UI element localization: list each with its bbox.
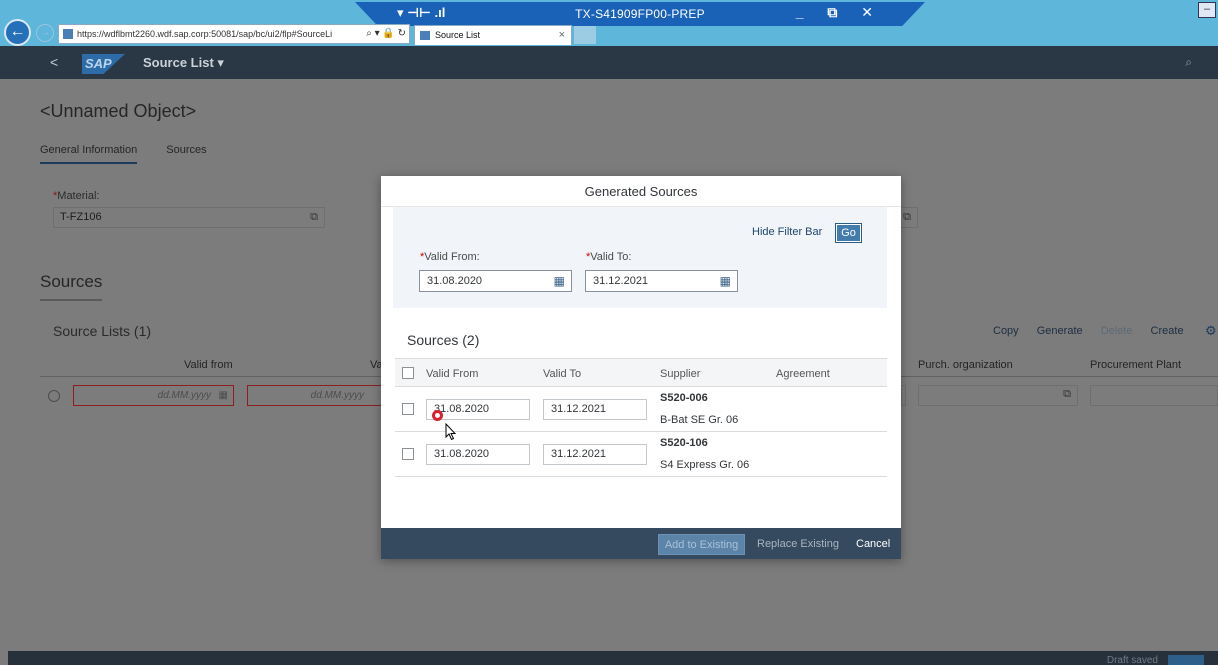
hide-filter-bar-button[interactable]: Hide Filter Bar bbox=[752, 226, 822, 238]
table-row[interactable]: 31.08.2020 31.12.2021 S520-106 S4 Expres… bbox=[395, 432, 887, 477]
date-placeholder: dd.MM.yyyy bbox=[310, 390, 364, 401]
tab-favicon-icon bbox=[420, 31, 430, 40]
draft-status: Draft saved bbox=[1106, 655, 1158, 665]
add-to-existing-button[interactable]: Add to Existing bbox=[658, 534, 745, 555]
valid-from-label-text: Valid From: bbox=[424, 251, 480, 263]
col-procurement-plant: Procurement Plant bbox=[1090, 359, 1182, 371]
generated-sources-dialog: Generated Sources Hide Filter Bar Go *Va… bbox=[381, 176, 901, 559]
valid-to-label: *Valid To: bbox=[586, 251, 631, 263]
col-valid-from: Valid From bbox=[426, 368, 479, 380]
supplier-name: S4 Express Gr. 06 bbox=[660, 459, 750, 471]
browser-back-button[interactable]: ← bbox=[4, 19, 31, 46]
address-tools-icons[interactable]: ⌕ ▾ 🔒 ↻ bbox=[364, 25, 406, 43]
settings-gear-icon[interactable]: ⚙ bbox=[1205, 323, 1217, 339]
valid-from-filter-value: 31.08.2020 bbox=[427, 275, 483, 287]
cancel-button[interactable]: Cancel bbox=[856, 534, 890, 555]
material-input[interactable]: T-FZ106 ⧉ bbox=[53, 207, 325, 228]
material-value: T-FZ106 bbox=[60, 211, 102, 223]
tab-close-icon[interactable]: × bbox=[559, 26, 565, 45]
col-purch-org: Purch. organization bbox=[918, 359, 1013, 371]
table-row[interactable]: 31.08.2020 31.12.2021 S520-006 B-Bat SE … bbox=[395, 387, 887, 432]
source-list-toolbar: Copy Generate Delete Create bbox=[993, 325, 1199, 337]
calendar-icon[interactable]: ▦ bbox=[219, 386, 228, 405]
valid-to-label-text: Valid To: bbox=[590, 251, 632, 263]
col-supplier: Supplier bbox=[660, 368, 701, 380]
valid-from-filter-input[interactable]: 31.08.2020 ▦ bbox=[419, 270, 572, 292]
browser-forward-button[interactable]: → bbox=[36, 24, 54, 42]
shell-bar: < SAP Source List ▾ ⌕ bbox=[0, 46, 1218, 79]
sources-section-heading: Sources bbox=[40, 272, 102, 301]
shell-search-icon[interactable]: ⌕ bbox=[1185, 55, 1192, 70]
calendar-icon[interactable]: ▦ bbox=[720, 271, 731, 291]
calendar-icon[interactable]: ▦ bbox=[554, 271, 565, 291]
copy-button[interactable]: Copy bbox=[993, 325, 1019, 337]
valid-to-cell[interactable]: 31.12.2021 bbox=[543, 444, 647, 465]
value-help-icon[interactable]: ⧉ bbox=[1063, 388, 1071, 401]
shell-back-icon[interactable]: < bbox=[50, 54, 58, 70]
col-valid-to: Valid To bbox=[543, 368, 582, 380]
valid-from-cell[interactable]: 31.08.2020 bbox=[426, 444, 530, 465]
remote-window-controls[interactable]: _ ⧉ ✕ bbox=[796, 4, 883, 21]
generate-button[interactable]: Generate bbox=[1037, 325, 1083, 337]
row-checkbox[interactable] bbox=[402, 448, 414, 460]
source-lists-title: Source Lists (1) bbox=[53, 323, 152, 339]
delete-button[interactable]: Delete bbox=[1101, 325, 1133, 337]
sap-logo[interactable]: SAP bbox=[82, 54, 125, 74]
procurement-plant-input[interactable] bbox=[1090, 385, 1218, 406]
sources-table-header: Valid From Valid To Supplier Agreement bbox=[395, 358, 887, 387]
object-title: <Unnamed Object> bbox=[40, 101, 197, 121]
col-agreement: Agreement bbox=[776, 368, 830, 380]
footer-save-button[interactable] bbox=[1168, 655, 1204, 665]
create-button[interactable]: Create bbox=[1151, 325, 1184, 337]
valid-from-date-input[interactable]: dd.MM.yyyy ▦ bbox=[73, 385, 234, 406]
material-label-text: Material: bbox=[57, 190, 100, 202]
valid-to-date-input[interactable]: dd.MM.yyyy bbox=[247, 385, 387, 406]
tab-sources[interactable]: Sources bbox=[166, 144, 206, 156]
remote-desktop-bar: ▾ ⊣⊢ .ıl TX-S41909FP00-PREP _ ⧉ ✕ bbox=[355, 2, 925, 26]
page-footer-bar: Draft saved bbox=[8, 651, 1218, 665]
purch-org-input[interactable]: ⧉ bbox=[918, 385, 1078, 406]
value-help-icon[interactable]: ⧉ bbox=[310, 208, 318, 227]
dialog-footer: Add to Existing Replace Existing Cancel bbox=[381, 528, 901, 559]
tab-general-information[interactable]: General Information bbox=[40, 144, 138, 164]
app-title-menu[interactable]: Source List ▾ bbox=[143, 55, 224, 71]
material-label: *Material: bbox=[53, 190, 99, 202]
tab-title: Source List bbox=[435, 30, 481, 40]
minimize-corner-icon[interactable]: – bbox=[1198, 2, 1216, 18]
browser-tab-source-list[interactable]: Source List × bbox=[414, 25, 572, 45]
valid-to-filter-input[interactable]: 31.12.2021 ▦ bbox=[585, 270, 738, 292]
go-button[interactable]: Go bbox=[835, 223, 862, 243]
address-bar[interactable]: https://wdflbmt2260.wdf.sap.corp:50081/s… bbox=[58, 24, 410, 44]
row-select-radio[interactable] bbox=[48, 390, 60, 402]
row-checkbox[interactable] bbox=[402, 403, 414, 415]
mouse-pointer-icon bbox=[445, 423, 457, 441]
new-tab-button[interactable] bbox=[574, 26, 596, 44]
object-tabs: General Information Sources bbox=[40, 144, 233, 164]
sources-table-title: Sources (2) bbox=[407, 332, 480, 348]
valid-to-cell[interactable]: 31.12.2021 bbox=[543, 399, 647, 420]
col-valid-from: Valid from bbox=[184, 359, 233, 371]
valid-from-label: *Valid From: bbox=[420, 251, 480, 263]
supplier-name: B-Bat SE Gr. 06 bbox=[660, 414, 739, 426]
row-input-edge[interactable] bbox=[901, 385, 906, 406]
select-all-checkbox[interactable] bbox=[402, 367, 414, 379]
dialog-title: Generated Sources bbox=[381, 176, 901, 207]
click-indicator bbox=[432, 410, 443, 421]
valid-to-filter-value: 31.12.2021 bbox=[593, 275, 649, 287]
supplier-id: S520-006 bbox=[660, 392, 708, 404]
address-url: https://wdflbmt2260.wdf.sap.corp:50081/s… bbox=[77, 29, 333, 39]
site-icon bbox=[63, 29, 73, 39]
supplier-id: S520-106 bbox=[660, 437, 708, 449]
value-help-icon[interactable]: ⧉ bbox=[903, 211, 911, 223]
date-placeholder: dd.MM.yyyy bbox=[157, 390, 211, 401]
filter-bar: Hide Filter Bar Go *Valid From: *Valid T… bbox=[393, 207, 887, 308]
replace-existing-button[interactable]: Replace Existing bbox=[757, 534, 839, 555]
